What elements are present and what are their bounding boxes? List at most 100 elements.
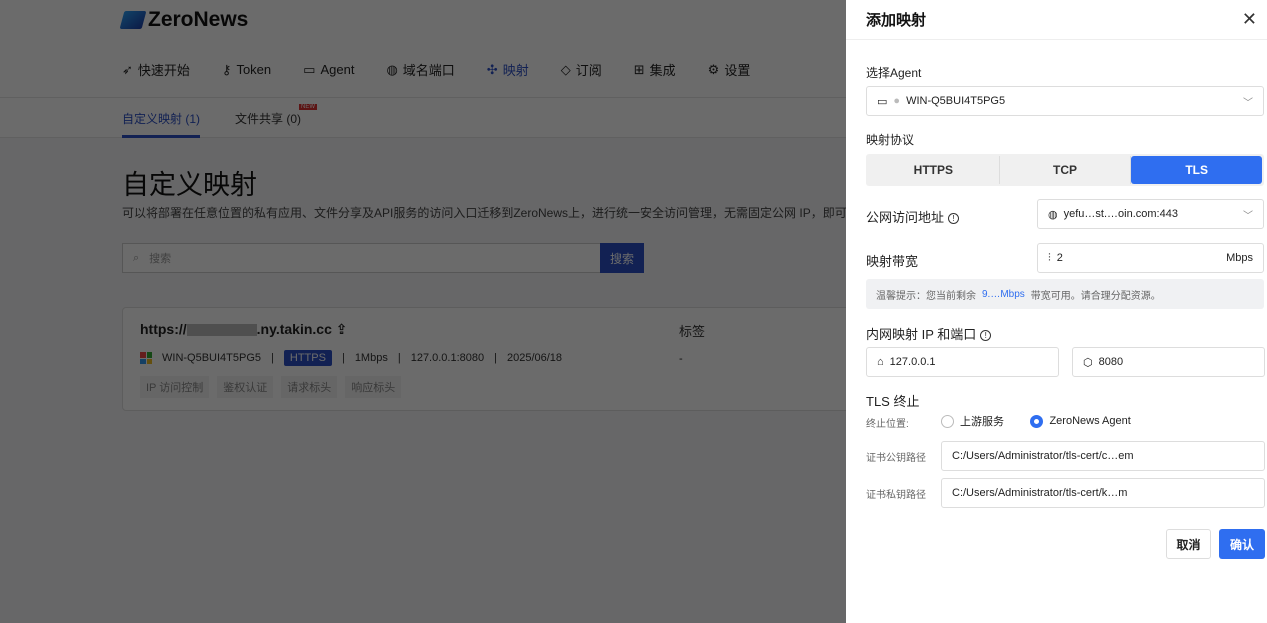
bandwidth-label: 映射带宽 [866, 254, 919, 269]
tip-text: 带宽可用。请合理分配资源。 [1030, 290, 1161, 302]
sliders-icon: ⫶ [1048, 251, 1051, 264]
chevron-down-icon: ﹀ [1243, 97, 1253, 109]
drawer-header: 添加映射 ✕ [846, 0, 1267, 40]
globe-icon: ◍ [1048, 208, 1058, 221]
nav-settings[interactable]: ⚙ 设置 [708, 60, 751, 79]
cert-public-input[interactable]: C:/Users/Administrator/tls-cert/c…em [941, 441, 1265, 471]
tip-text: 温馨提示：您当前剩余 [876, 290, 976, 302]
confirm-button[interactable]: 确认 [1219, 529, 1265, 559]
protocol-tcp[interactable]: TCP [1000, 156, 1132, 184]
nav-label: Token [236, 62, 272, 77]
tab-label: 文件共享 (0) [235, 112, 302, 126]
redacted [186, 324, 257, 337]
protocol-selector: HTTPS TCP TLS [866, 154, 1264, 186]
ip-input[interactable]: ⌂ 127.0.0.1 [866, 347, 1059, 377]
search-input[interactable]: ⌕ 搜索 [122, 243, 602, 273]
header: ZeroNews ➶ 快速开始 ⚷ Token ▭ Agent ◍ 域名端口 ✣ 映射 ◇… [0, 0, 846, 98]
radio-upstream[interactable]: 上游服务 [941, 413, 1004, 429]
cert-private-label: 证书私钥路径 [866, 490, 926, 501]
url-suffix: .ny.takin.cc [256, 321, 332, 337]
radio-zeronews-agent[interactable]: ZeroNews Agent [1030, 414, 1131, 428]
search-placeholder: 搜索 [149, 253, 172, 265]
nav-label: 设置 [724, 63, 751, 78]
auth-button[interactable]: 鉴权认证 [217, 376, 274, 398]
nav-label: 集成 [649, 63, 676, 78]
ip-access-control-button[interactable]: IP 访问控制 [140, 376, 210, 398]
new-badge: NEW [299, 104, 318, 110]
label-text: 公网访问地址 [866, 210, 945, 225]
public-address-select[interactable]: ◍ yefu…st.…oin.com:443 ﹀ [1037, 199, 1264, 229]
ip-value: 127.0.0.1 [889, 356, 936, 368]
cert-private-value: C:/Users/Administrator/tls-cert/k…m [952, 487, 1128, 499]
tab-custom-mapping[interactable]: 自定义映射 (1) [122, 110, 201, 138]
protocol-label: 映射协议 [866, 133, 915, 147]
cancel-button[interactable]: 取消 [1166, 529, 1211, 559]
bandwidth-tip: 温馨提示：您当前剩余 9.…Mbps 带宽可用。请合理分配资源。 [866, 279, 1264, 309]
nav-token[interactable]: ⚷ Token [222, 60, 271, 79]
protocol-https[interactable]: HTTPS [868, 156, 1000, 184]
bandwidth-value: 2 [1056, 252, 1063, 264]
search-button[interactable]: 搜索 [600, 243, 644, 273]
mapping-card: https:// .ny.takin.cc ⇪ 标签 - WIN-Q5BUI4T5… [122, 307, 846, 411]
background-page: ZeroNews ➶ 快速开始 ⚷ Token ▭ Agent ◍ 域名端口 ✣ 映射 ◇… [0, 0, 846, 623]
gear-icon: ⚙ [707, 61, 720, 77]
nav-domain[interactable]: ◍ 域名端口 [386, 60, 454, 79]
tag-value: - [679, 353, 683, 365]
port-icon: ⬡ [1083, 356, 1093, 369]
bandwidth-input[interactable]: ⫶ 2 Mbps [1037, 243, 1264, 273]
info-icon[interactable]: ! [948, 213, 960, 225]
tip-remaining: 9.…Mbps [982, 288, 1025, 300]
rocket-icon: ➶ [122, 61, 133, 77]
logo-icon [119, 11, 147, 29]
windows-icon [140, 352, 152, 364]
page-title: 自定义映射 [122, 170, 257, 200]
cert-private-input[interactable]: C:/Users/Administrator/tls-cert/k…m [941, 478, 1265, 508]
agent-select[interactable]: ▭ ● WIN-Q5BUI4T5PG5 ﹀ [866, 86, 1264, 116]
inner-address-label: 内网映射 IP 和端口! [866, 324, 992, 343]
target-address: 127.0.0.1:8080 [410, 352, 485, 364]
nav-label: Agent [320, 62, 355, 77]
key-icon: ⚷ [221, 61, 232, 77]
label-text: 内网映射 IP 和端口 [866, 327, 977, 342]
card-actions: IP 访问控制 鉴权认证 请求标头 响应标头 [140, 376, 402, 398]
page-subtitle: 可以将部署在任意位置的私有应用、文件分享及API服务的访问入口迁移到ZeroNe… [122, 206, 846, 220]
protocol-badge: HTTPS [283, 350, 332, 366]
nav-quickstart[interactable]: ➶ 快速开始 [122, 60, 190, 79]
url-prefix: https:// [140, 321, 187, 337]
agent-value: WIN-Q5BUI4T5PG5 [906, 95, 1006, 107]
termination-radio-group: 上游服务 ZeroNews Agent [941, 413, 1153, 433]
bandwidth: 1Mbps [354, 352, 388, 364]
logo[interactable]: ZeroNews [119, 8, 248, 32]
nav-mapping[interactable]: ✣ 映射 [487, 60, 529, 79]
chevron-down-icon: ﹀ [1243, 210, 1253, 222]
bandwidth-unit: Mbps [1226, 252, 1253, 264]
request-header-button[interactable]: 请求标头 [281, 376, 338, 398]
nav-subscribe[interactable]: ◇ 订阅 [561, 60, 602, 79]
diamond-icon: ◇ [560, 61, 571, 77]
nav-agent[interactable]: ▭ Agent [303, 60, 354, 79]
agent-label: 选择Agent [866, 66, 922, 80]
main-nav: ➶ 快速开始 ⚷ Token ▭ Agent ◍ 域名端口 ✣ 映射 ◇ 订阅 ⊞ 集成 ⚙ 设… [122, 60, 782, 79]
mapping-icon: ✣ [486, 61, 498, 77]
agent-name: WIN-Q5BUI4T5PG5 [162, 352, 262, 364]
radio-checked-icon [1030, 414, 1044, 428]
status-dot-icon: ● [893, 95, 901, 107]
drawer-title: 添加映射 [866, 12, 927, 29]
cert-public-value: C:/Users/Administrator/tls-cert/c…em [952, 450, 1134, 462]
share-icon[interactable]: ⇪ [336, 321, 348, 337]
nav-label: 订阅 [575, 63, 602, 78]
laptop-icon: ▭ [877, 95, 888, 108]
protocol-tls[interactable]: TLS [1131, 156, 1263, 184]
globe-icon: ◍ [386, 61, 398, 77]
response-header-button[interactable]: 响应标头 [345, 376, 402, 398]
info-icon[interactable]: ! [980, 330, 992, 342]
close-icon[interactable]: ✕ [1242, 9, 1257, 30]
add-mapping-drawer: 添加映射 ✕ 选择Agent ▭ ● WIN-Q5BUI4T5PG5 ﹀ 映射协议 H… [846, 0, 1267, 623]
nav-integration[interactable]: ⊞ 集成 [634, 60, 676, 79]
home-icon: ⌂ [877, 356, 884, 368]
port-input[interactable]: ⬡ 8080 [1072, 347, 1265, 377]
mapping-url[interactable]: https:// .ny.takin.cc ⇪ [140, 321, 348, 338]
search-icon: ⌕ [133, 251, 140, 264]
mapping-meta: WIN-Q5BUI4T5PG5 | HTTPS | 1Mbps | 127.0.0.1… [140, 350, 562, 366]
tab-file-share[interactable]: 文件共享 (0) NEW [235, 104, 318, 127]
